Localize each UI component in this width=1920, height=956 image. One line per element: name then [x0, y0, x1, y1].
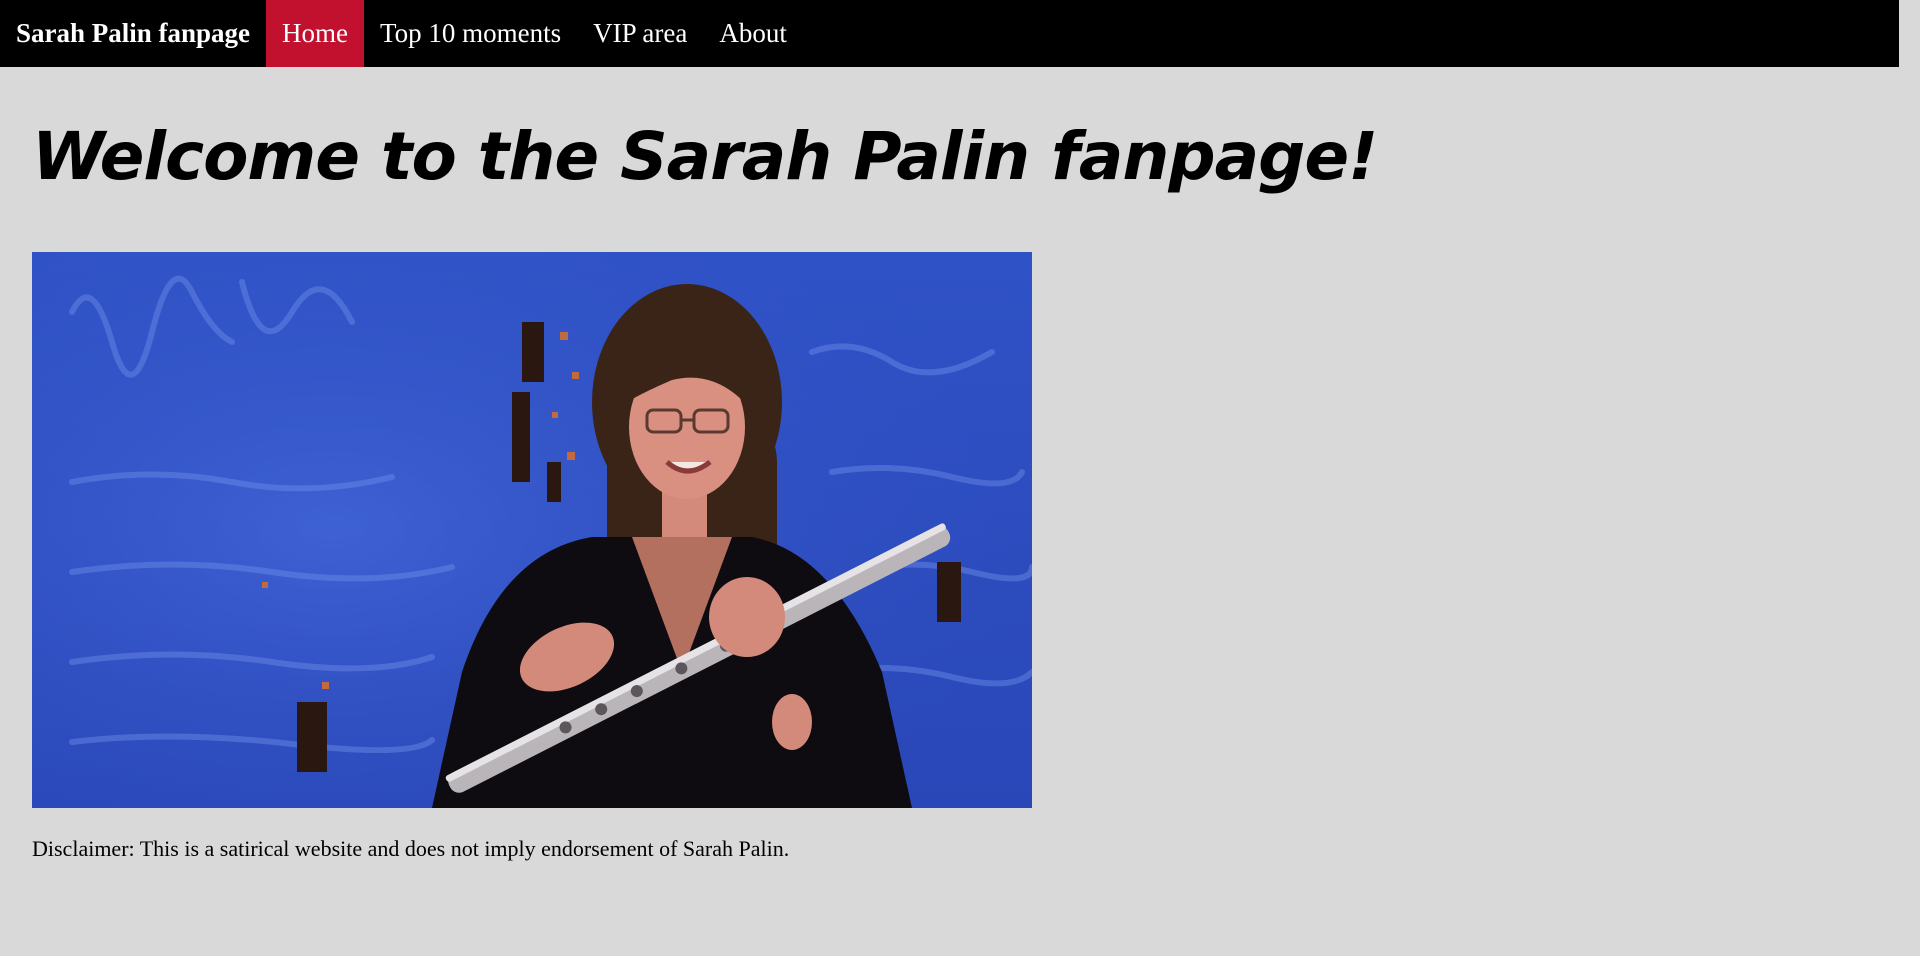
brand-link[interactable]: Sarah Palin fanpage — [0, 0, 266, 67]
hero-image — [32, 252, 1032, 808]
page-title: Welcome to the Sarah Palin fanpage! — [32, 118, 1378, 195]
nav-item-top-10-moments[interactable]: Top 10 moments — [364, 0, 577, 67]
scrollbar-track[interactable] — [1899, 0, 1920, 956]
nav-item-home[interactable]: Home — [266, 0, 365, 67]
nav-item-vip-area[interactable]: VIP area — [577, 0, 703, 67]
nav-item-about[interactable]: About — [703, 0, 803, 67]
disclaimer-text: Disclaimer: This is a satirical website … — [32, 836, 790, 861]
top-navbar: Sarah Palin fanpage Home Top 10 moments … — [0, 0, 1899, 67]
